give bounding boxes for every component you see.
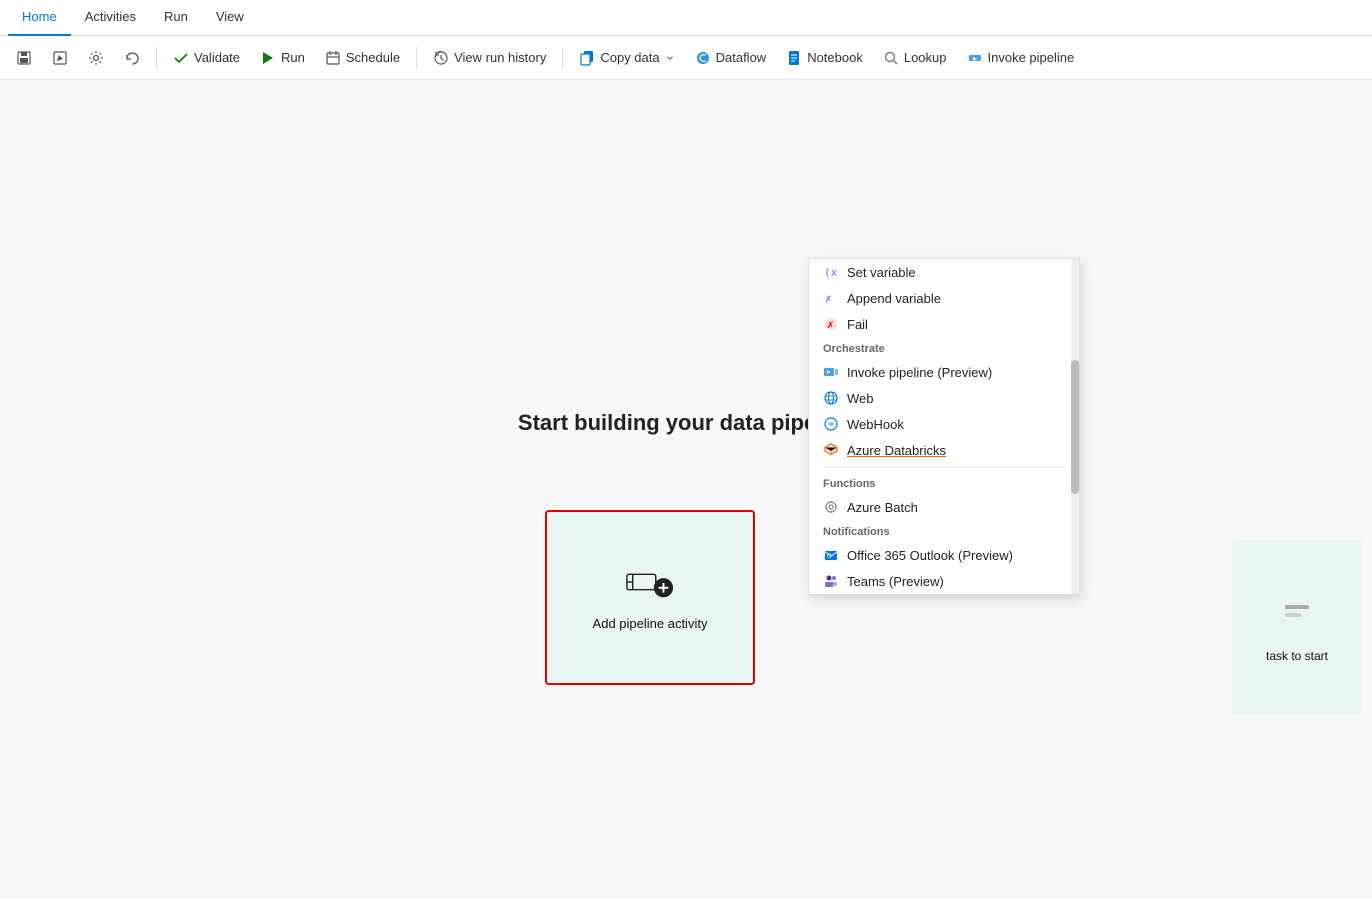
history-icon <box>433 50 449 66</box>
dataflow-button[interactable]: Dataflow <box>687 45 775 71</box>
undo-icon <box>124 50 140 66</box>
dropdown-item-teams[interactable]: Teams (Preview) <box>809 568 1079 594</box>
validate-button[interactable]: Validate <box>165 45 248 71</box>
dropdown-item-fail[interactable]: ✗ Fail <box>809 311 1079 337</box>
validate-label: Validate <box>194 50 240 65</box>
notebook-button[interactable]: Notebook <box>778 45 871 71</box>
settings-button[interactable] <box>80 45 112 71</box>
divider-after-databricks <box>823 467 1065 468</box>
invoke-pipeline-dropdown-icon <box>823 364 839 380</box>
azure-batch-icon <box>823 499 839 515</box>
dropdown-item-azure-batch[interactable]: Azure Batch <box>809 494 1079 520</box>
section-functions: Functions <box>809 472 1079 494</box>
azure-databricks-icon <box>823 442 839 458</box>
run-button[interactable]: Run <box>252 45 313 71</box>
dropdown-item-webhook[interactable]: WebHook <box>809 411 1079 437</box>
web-icon <box>823 390 839 406</box>
save-button[interactable] <box>8 45 40 71</box>
toolbar: Validate Run Schedule View run history <box>0 36 1372 80</box>
lookup-label: Lookup <box>904 50 947 65</box>
tab-home[interactable]: Home <box>8 0 71 36</box>
right-card[interactable]: task to start <box>1232 540 1362 715</box>
dataflow-icon <box>695 50 711 66</box>
gear-icon <box>88 50 104 66</box>
add-activity-icon <box>625 564 675 600</box>
right-card-icon <box>1277 593 1317 633</box>
notebook-label: Notebook <box>807 50 863 65</box>
scrollbar-thumb[interactable] <box>1071 360 1079 494</box>
svg-text:O: O <box>827 554 832 560</box>
webhook-icon <box>823 416 839 432</box>
edit-icon <box>52 50 68 66</box>
invoke-pipeline-icon <box>967 50 983 66</box>
lookup-button[interactable]: Lookup <box>875 45 955 71</box>
dataflow-label: Dataflow <box>716 50 767 65</box>
office365-icon: O <box>823 547 839 563</box>
dropdown-panel: (x) Set variable ✗ Append variable ✗ Fai… <box>808 258 1080 595</box>
copy-data-icon <box>579 50 595 66</box>
dropdown-item-web[interactable]: Web <box>809 385 1079 411</box>
schedule-icon <box>325 50 341 66</box>
set-variable-icon: (x) <box>823 264 839 280</box>
tab-run-label: Run <box>164 9 188 24</box>
schedule-button[interactable]: Schedule <box>317 45 408 71</box>
save-icon <box>16 50 32 66</box>
append-variable-icon: ✗ <box>823 290 839 306</box>
svg-text:✗: ✗ <box>825 292 832 305</box>
canvas-area: Start building your data pipeline Add pi… <box>0 80 1372 899</box>
tab-activities[interactable]: Activities <box>71 0 150 36</box>
run-icon <box>260 50 276 66</box>
edit-button[interactable] <box>44 45 76 71</box>
dropdown-item-invoke-pipeline[interactable]: Invoke pipeline (Preview) <box>809 359 1079 385</box>
copy-data-label: Copy data <box>600 50 659 65</box>
invoke-pipeline-label: Invoke pipeline <box>988 50 1075 65</box>
fail-icon: ✗ <box>823 316 839 332</box>
dropdown-item-azure-databricks[interactable]: Azure Databricks <box>809 437 1079 463</box>
section-orchestrate: Orchestrate <box>809 337 1079 359</box>
tab-home-label: Home <box>22 9 57 24</box>
tab-view[interactable]: View <box>202 0 258 36</box>
tab-bar: Home Activities Run View <box>0 0 1372 36</box>
add-activity-card[interactable]: Add pipeline activity <box>545 510 755 685</box>
dropdown-item-append-variable[interactable]: ✗ Append variable <box>809 285 1079 311</box>
svg-text:(x): (x) <box>824 266 839 279</box>
pipeline-title: Start building your data pipeline <box>518 410 854 436</box>
tab-view-label: View <box>216 9 244 24</box>
right-card-label: task to start <box>1258 649 1336 663</box>
undo-button[interactable] <box>116 45 148 71</box>
notebook-icon <box>786 50 802 66</box>
section-notifications: Notifications <box>809 520 1079 542</box>
dropdown-item-set-variable[interactable]: (x) Set variable <box>809 259 1079 285</box>
separator-3 <box>562 47 563 69</box>
copy-data-button[interactable]: Copy data <box>571 45 682 71</box>
svg-text:✗: ✗ <box>827 318 834 331</box>
separator-2 <box>416 47 417 69</box>
validate-icon <box>173 50 189 66</box>
view-run-history-label: View run history <box>454 50 546 65</box>
separator-1 <box>156 47 157 69</box>
dropdown-item-office365[interactable]: O Office 365 Outlook (Preview) <box>809 542 1079 568</box>
add-activity-label: Add pipeline activity <box>593 616 708 631</box>
teams-icon <box>823 573 839 589</box>
scrollbar-track[interactable] <box>1071 259 1079 594</box>
lookup-icon <box>883 50 899 66</box>
invoke-pipeline-button[interactable]: Invoke pipeline <box>959 45 1083 71</box>
tab-activities-label: Activities <box>85 9 136 24</box>
copy-data-chevron-icon <box>665 53 675 63</box>
view-run-history-button[interactable]: View run history <box>425 45 554 71</box>
schedule-label: Schedule <box>346 50 400 65</box>
tab-run[interactable]: Run <box>150 0 202 36</box>
run-label: Run <box>281 50 305 65</box>
